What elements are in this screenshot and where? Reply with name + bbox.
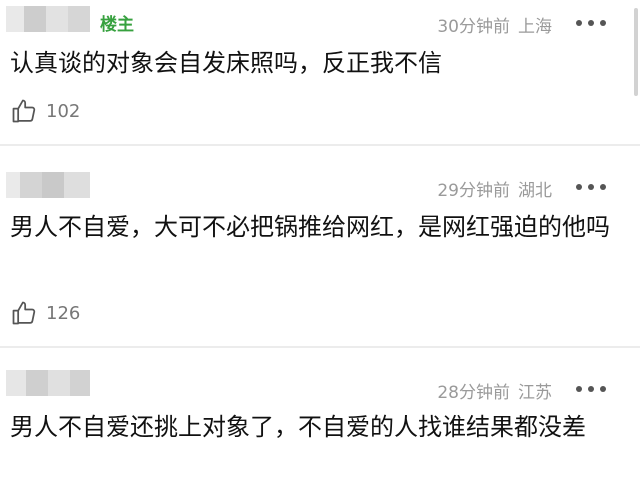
- comment-location: 上海: [518, 17, 552, 37]
- comment-text: 认真谈的对象会自发床照吗，反正我不信: [10, 49, 442, 77]
- comment-time: 29分钟前: [437, 181, 510, 201]
- comment-location: 江苏: [518, 383, 552, 403]
- comment-location: 湖北: [518, 181, 552, 201]
- like-count: 126: [46, 302, 81, 324]
- comment-meta: 28分钟前 江苏: [437, 378, 552, 403]
- author-badge: 楼主: [100, 15, 134, 35]
- avatar[interactable]: [6, 6, 90, 32]
- scrollbar[interactable]: [634, 8, 638, 96]
- like-count: 102: [46, 100, 81, 122]
- comment-text: 男人不自爱，大可不必把锅推给网红，是网红强迫的他吗: [10, 213, 610, 241]
- comment-text: 男人不自爱还挑上对象了，不自爱的人找谁结果都没差: [10, 413, 586, 441]
- like-button[interactable]: 126: [10, 298, 80, 328]
- comment-meta: 30分钟前 上海: [437, 12, 552, 37]
- comment-time: 28分钟前: [437, 383, 510, 403]
- comment-item: 28分钟前 江苏 男人不自爱还挑上对象了，不自爱的人找谁结果都没差: [0, 348, 640, 494]
- more-dots-icon[interactable]: [576, 385, 606, 393]
- avatar[interactable]: [6, 172, 90, 198]
- comment-time: 30分钟前: [437, 17, 510, 37]
- more-dots-icon[interactable]: [576, 183, 606, 191]
- thumbs-up-icon: [12, 99, 36, 123]
- like-button[interactable]: 102: [10, 96, 80, 126]
- comment-meta: 29分钟前 湖北: [437, 176, 552, 201]
- more-dots-icon[interactable]: [576, 19, 606, 27]
- thumbs-up-icon: [12, 301, 36, 325]
- comment-item: 29分钟前 湖北 男人不自爱，大可不必把锅推给网红，是网红强迫的他吗 126: [0, 146, 640, 346]
- avatar[interactable]: [6, 370, 90, 396]
- comment-item: 楼主 30分钟前 上海 认真谈的对象会自发床照吗，反正我不信 102: [0, 0, 640, 144]
